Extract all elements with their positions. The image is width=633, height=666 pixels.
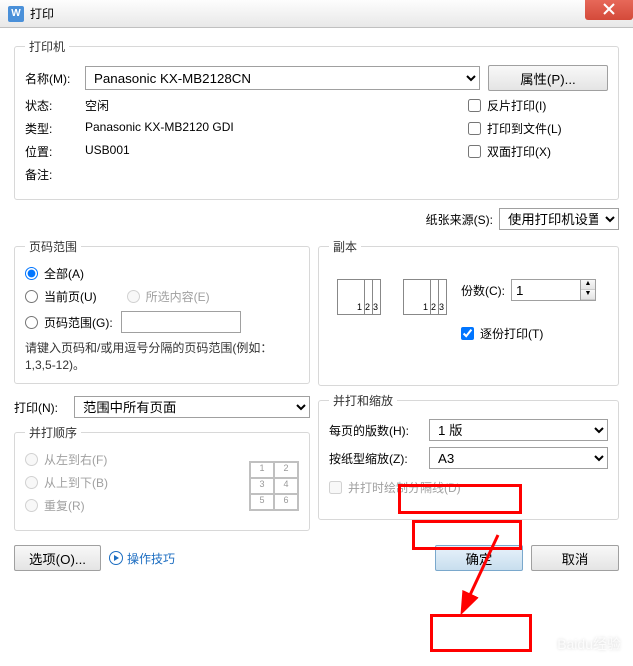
print-order-group: 并打顺序 从左到右(F) 从上到下(B) 重复(R) 12 34 56 xyxy=(14,424,310,531)
print-what-label: 打印(N): xyxy=(14,399,74,416)
collate-checkbox[interactable] xyxy=(461,327,474,340)
copies-spinner[interactable]: ▲▼ xyxy=(580,279,596,301)
pages-radio[interactable] xyxy=(25,316,38,329)
duplex-label: 双面打印(X) xyxy=(487,143,551,160)
all-label: 全部(A) xyxy=(44,265,84,282)
ok-button[interactable]: 确定 xyxy=(435,545,523,571)
name-label: 名称(M): xyxy=(25,70,85,87)
options-button[interactable]: 选项(O)... xyxy=(14,545,101,571)
paper-source-label: 纸张来源(S): xyxy=(426,211,493,228)
copies-group: 副本 3 2 1 3 2 1 xyxy=(318,238,619,386)
current-radio[interactable] xyxy=(25,290,38,303)
pages-per-sheet-select[interactable]: 1 版 xyxy=(429,419,608,441)
print-dialog: 打印机 名称(M): Panasonic KX-MB2128CN 属性(P)..… xyxy=(0,28,633,666)
print-what-select[interactable]: 范围中所有页面 xyxy=(74,396,310,418)
top-bottom-radio xyxy=(25,476,38,489)
type-value: Panasonic KX-MB2120 GDI xyxy=(85,120,234,137)
draw-lines-checkbox xyxy=(329,481,342,494)
selection-radio xyxy=(127,290,140,303)
tips-link[interactable]: 操作技巧 xyxy=(109,550,175,567)
pages-per-sheet-label: 每页的版数(H): xyxy=(329,422,429,439)
collate-icon: 3 2 1 3 2 1 xyxy=(337,279,453,329)
selection-label: 所选内容(E) xyxy=(146,288,210,305)
cancel-button[interactable]: 取消 xyxy=(531,545,619,571)
scaling-group: 并打和缩放 每页的版数(H): 1 版 按纸型缩放(Z): A3 并打时绘制分隔… xyxy=(318,392,619,520)
location-value: USB001 xyxy=(85,143,130,160)
duplex-checkbox[interactable] xyxy=(468,145,481,158)
repeat-radio xyxy=(25,499,38,512)
printer-legend: 打印机 xyxy=(25,38,69,55)
reverse-print-checkbox[interactable] xyxy=(468,99,481,112)
copies-count-label: 份数(C): xyxy=(461,282,505,299)
page-range-group: 页码范围 全部(A) 当前页(U) 所选内容(E) 页码范围(G): 请键入页码… xyxy=(14,238,310,384)
pages-label: 页码范围(G): xyxy=(44,314,113,331)
page-range-legend: 页码范围 xyxy=(25,238,81,255)
status-value: 空闲 xyxy=(85,97,109,114)
print-order-legend: 并打顺序 xyxy=(25,424,81,441)
titlebar: W 打印 xyxy=(0,0,633,28)
scale-to-select[interactable]: A3 xyxy=(429,447,608,469)
scaling-legend: 并打和缩放 xyxy=(329,392,397,409)
window-title: 打印 xyxy=(30,5,54,22)
draw-lines-label: 并打时绘制分隔线(D) xyxy=(348,479,461,496)
properties-button[interactable]: 属性(P)... xyxy=(488,65,608,91)
page-range-hint: 请键入页码和/或用逗号分隔的页码范围(例如：1,3,5-12)。 xyxy=(25,339,299,373)
app-icon: W xyxy=(8,6,24,22)
left-right-label: 从左到右(F) xyxy=(44,451,107,468)
type-label: 类型: xyxy=(25,120,85,137)
watermark: Baidu经验 xyxy=(557,634,621,654)
top-bottom-label: 从上到下(B) xyxy=(44,474,108,491)
location-label: 位置: xyxy=(25,143,85,160)
copies-input[interactable] xyxy=(511,279,581,301)
scale-to-label: 按纸型缩放(Z): xyxy=(329,450,429,467)
comment-label: 备注: xyxy=(25,166,85,183)
printer-group: 打印机 名称(M): Panasonic KX-MB2128CN 属性(P)..… xyxy=(14,38,619,200)
status-label: 状态: xyxy=(25,97,85,114)
all-radio[interactable] xyxy=(25,267,38,280)
pages-input[interactable] xyxy=(121,311,241,333)
paper-source-select[interactable]: 使用打印机设置 xyxy=(499,208,619,230)
current-label: 当前页(U) xyxy=(44,288,97,305)
order-preview-icon: 12 34 56 xyxy=(249,461,299,511)
print-to-file-label: 打印到文件(L) xyxy=(487,120,562,137)
reverse-print-label: 反片打印(I) xyxy=(487,97,546,114)
repeat-label: 重复(R) xyxy=(44,497,85,514)
copies-legend: 副本 xyxy=(329,238,361,255)
printer-name-select[interactable]: Panasonic KX-MB2128CN xyxy=(85,66,480,90)
play-icon xyxy=(109,551,123,565)
left-right-radio xyxy=(25,453,38,466)
collate-label: 逐份打印(T) xyxy=(480,325,543,342)
close-button[interactable] xyxy=(585,0,633,20)
print-to-file-checkbox[interactable] xyxy=(468,122,481,135)
